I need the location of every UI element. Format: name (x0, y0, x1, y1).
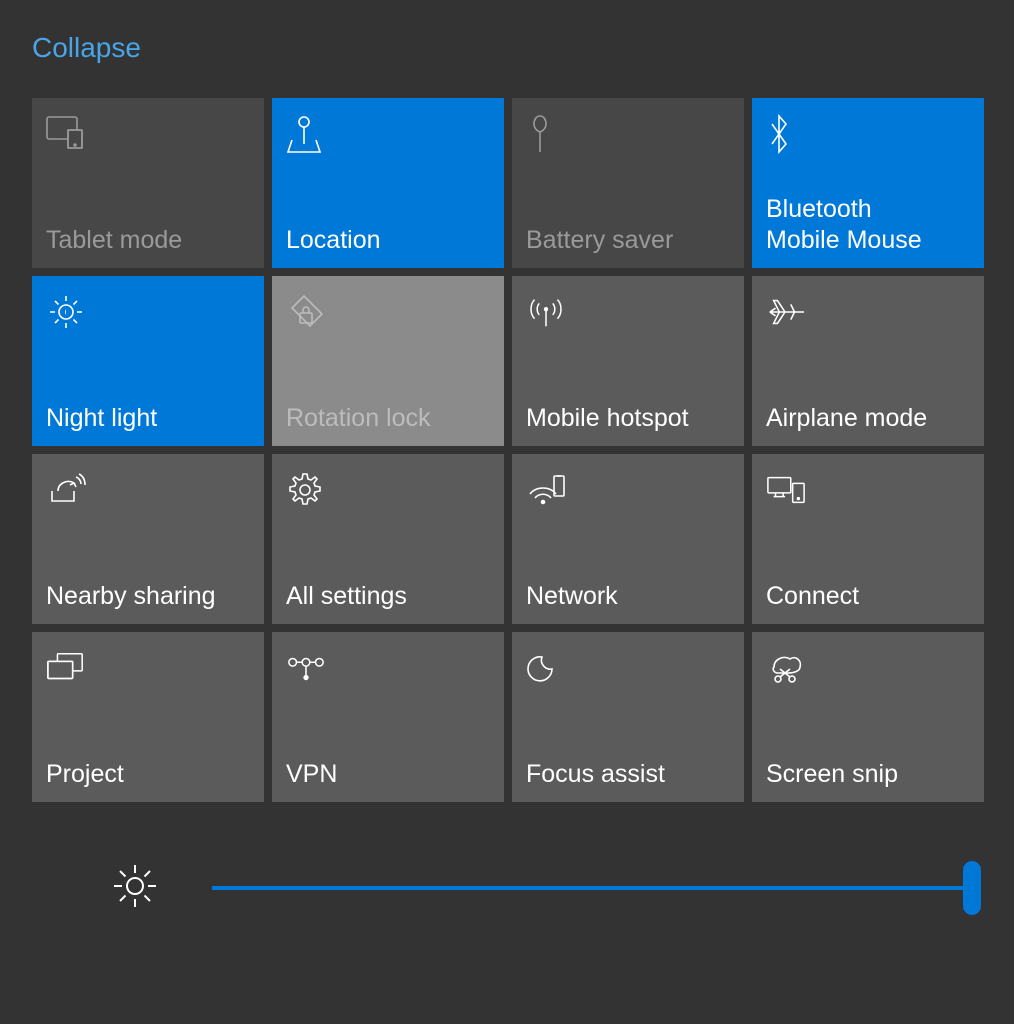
tile-label: Nearby sharing (46, 581, 250, 612)
night-light-icon (46, 292, 86, 332)
battery-saver-icon (526, 114, 566, 154)
nearby-sharing-icon (46, 470, 86, 510)
slider-track (212, 886, 972, 890)
tile-screen-snip[interactable]: Screen snip (752, 632, 984, 802)
tile-focus-assist[interactable]: Focus assist (512, 632, 744, 802)
brightness-icon (110, 861, 160, 916)
brightness-control (0, 802, 1014, 918)
brightness-slider[interactable] (212, 858, 972, 918)
tile-project[interactable]: Project (32, 632, 264, 802)
tile-label: Battery saver (526, 225, 730, 256)
tile-label: Location (286, 225, 490, 256)
tile-nearby-sharing[interactable]: Nearby sharing (32, 454, 264, 624)
tile-location[interactable]: Location (272, 98, 504, 268)
tile-label: Focus assist (526, 759, 730, 790)
tile-label: VPN (286, 759, 490, 790)
tile-airplane-mode[interactable]: Airplane mode (752, 276, 984, 446)
tile-all-settings[interactable]: All settings (272, 454, 504, 624)
quick-actions-grid: Tablet mode Location Battery saver (0, 64, 1014, 802)
tile-battery-saver[interactable]: Battery saver (512, 98, 744, 268)
rotation-lock-icon (286, 292, 326, 332)
mobile-hotspot-icon (526, 292, 566, 332)
tile-mobile-hotspot[interactable]: Mobile hotspot (512, 276, 744, 446)
focus-assist-icon (526, 648, 566, 688)
connect-icon (766, 470, 806, 510)
tile-label: Screen snip (766, 759, 970, 790)
tile-network[interactable]: Network (512, 454, 744, 624)
tile-label: Network (526, 581, 730, 612)
project-icon (46, 648, 86, 688)
airplane-icon (766, 292, 806, 332)
tile-label: Project (46, 759, 250, 790)
collapse-link[interactable]: Collapse (0, 0, 141, 64)
bluetooth-icon (766, 114, 806, 154)
tile-label: Connect (766, 581, 970, 612)
tablet-mode-icon (46, 114, 86, 154)
tile-vpn[interactable]: VPN (272, 632, 504, 802)
settings-gear-icon (286, 470, 326, 510)
tile-rotation-lock[interactable]: Rotation lock (272, 276, 504, 446)
tile-connect[interactable]: Connect (752, 454, 984, 624)
tile-label: Night light (46, 403, 250, 434)
tile-label: Mobile hotspot (526, 403, 730, 434)
tile-night-light[interactable]: Night light (32, 276, 264, 446)
tile-label: All settings (286, 581, 490, 612)
tile-label: Rotation lock (286, 403, 490, 434)
tile-label: Tablet mode (46, 225, 250, 256)
tile-tablet-mode[interactable]: Tablet mode (32, 98, 264, 268)
tile-bluetooth[interactable]: Bluetooth Mobile Mouse (752, 98, 984, 268)
screen-snip-icon (766, 648, 806, 688)
location-icon (286, 114, 326, 154)
tile-label: Bluetooth Mobile Mouse (766, 194, 970, 257)
tile-label: Airplane mode (766, 403, 970, 434)
network-icon (526, 470, 566, 510)
vpn-icon (286, 648, 326, 688)
slider-thumb[interactable] (963, 861, 981, 915)
